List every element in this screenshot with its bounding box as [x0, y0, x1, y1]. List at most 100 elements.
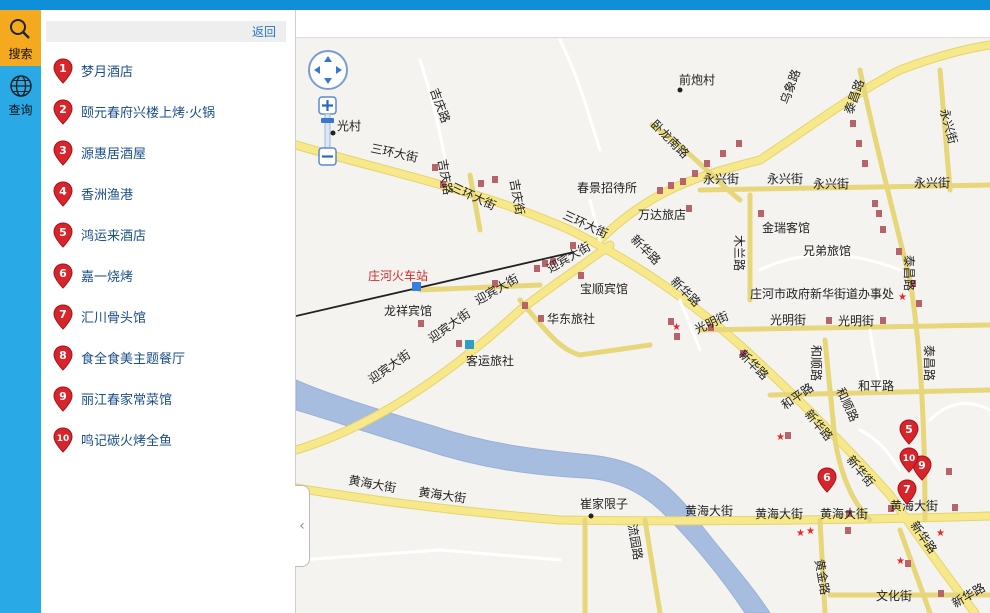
pin-number: 9	[59, 390, 67, 403]
result-item[interactable]: 9 丽江春家常菜馆	[49, 386, 289, 416]
map-pan-control[interactable]	[308, 50, 348, 90]
result-name[interactable]: 梦月酒店	[81, 61, 133, 80]
result-name[interactable]: 鸿运来酒店	[81, 225, 146, 244]
village-dot	[330, 130, 336, 136]
station-icon	[412, 282, 421, 291]
map-pin-number: 6	[823, 471, 831, 484]
result-name[interactable]: 源惠居酒屋	[81, 143, 146, 162]
result-name[interactable]: 丽江春家常菜馆	[81, 389, 172, 408]
pin-number: 10	[57, 434, 70, 444]
label-yongxing2: 永兴街	[767, 172, 803, 186]
result-item[interactable]: 3 源惠居酒屋	[49, 140, 289, 170]
result-name[interactable]: 颐元春府兴楼上烤·火锅	[81, 102, 215, 121]
map-pin-icon: 6	[53, 263, 73, 289]
label-mulan: 木兰路	[732, 235, 747, 271]
map-pin-icon: 10	[53, 427, 73, 453]
label-yongxing1: 永兴街	[703, 172, 739, 186]
label-zhengfu: 庄河市政府新华街道办事处	[750, 286, 894, 301]
label-huanghai4: 黄海大街	[755, 506, 803, 521]
bus-icon	[465, 340, 474, 349]
result-item[interactable]: 2 颐元春府兴楼上烤·火锅	[49, 99, 289, 129]
label-chunjing: 春景招待所	[577, 181, 637, 195]
map-pin-icon: 3	[53, 140, 73, 166]
result-item[interactable]: 7 汇川骨头馆	[49, 304, 289, 334]
result-item[interactable]: 6 嘉一烧烤	[49, 263, 289, 293]
pin-number: 7	[59, 308, 67, 321]
zoom-handle[interactable]	[321, 118, 334, 123]
map-view[interactable]: ★ ★ ★ ★ ★ ★ ★ 光村 前炮村 吉庆路 三环大街 三环大街 吉庆路 吉庆街 春…	[296, 10, 990, 613]
chevron-left-icon: ‹	[299, 518, 305, 534]
svg-text:★: ★	[796, 528, 805, 539]
label-qianpaocun: 前炮村	[679, 72, 715, 87]
results-panel: 返回 1 梦月酒店 2 颐元春府兴楼上烤·火锅 3 源惠居酒屋 4 香洲渔港 5 鸿运来酒店 6 嘉一…	[41, 10, 296, 613]
svg-text:★: ★	[672, 322, 681, 333]
nav-search-label: 搜索	[8, 47, 33, 61]
pin-number: 1	[59, 62, 67, 75]
label-guangming2: 光明街	[770, 313, 806, 327]
label-guangming3: 光明街	[838, 314, 874, 328]
nav-query-label: 查询	[8, 103, 33, 117]
result-item[interactable]: 4 香洲渔港	[49, 181, 289, 211]
label-huanghai3: 黄海大街	[685, 503, 733, 518]
label-jinrui: 金瑞客馆	[762, 220, 810, 235]
map-pin-icon: 8	[53, 345, 73, 371]
result-name[interactable]: 食全食美主题餐厅	[81, 348, 185, 367]
result-item[interactable]: 5 鸿运来酒店	[49, 222, 289, 252]
label-longxiang: 龙祥宾馆	[384, 303, 432, 318]
svg-text:★: ★	[776, 432, 785, 443]
svg-text:★: ★	[898, 292, 907, 303]
label-yongxing3: 永兴街	[813, 177, 849, 191]
map-pin-number: 5	[905, 423, 913, 436]
result-name[interactable]: 嘉一烧烤	[81, 266, 133, 285]
collapse-panel-button[interactable]: ‹	[295, 485, 310, 567]
globe-icon	[10, 75, 32, 97]
label-heping2: 和平路	[858, 378, 894, 393]
nav-query-button[interactable]: 查询	[0, 66, 41, 122]
map-pin-number: 10	[903, 454, 916, 464]
label-yongxing4: 永兴街	[914, 176, 950, 190]
label-huanghai5: 黄海大街	[820, 506, 868, 521]
label-huadong: 华东旅社	[547, 311, 595, 326]
map-header	[296, 10, 990, 38]
label-taichang3: 泰昌路	[922, 345, 937, 381]
pin-number: 5	[59, 226, 67, 239]
result-item[interactable]: 10 鸣记碳火烤全鱼	[49, 427, 289, 457]
map-canvas[interactable]: ★★★ ★ ★ ★ ★ 光村 前炮村 吉庆路 三环大街 三环大街 吉庆路 吉庆街 春…	[296, 10, 990, 613]
label-wenhua: 文化街	[876, 588, 912, 603]
result-name[interactable]: 香洲渔港	[81, 184, 133, 203]
label-huanghai6: 黄海大街	[890, 498, 938, 513]
pin-number: 4	[59, 185, 67, 198]
map-pin-icon: 5	[53, 222, 73, 248]
nav-search-button[interactable]: 搜索	[0, 10, 41, 66]
result-name[interactable]: 汇川骨头馆	[81, 307, 146, 326]
village-dot	[588, 513, 594, 519]
result-item[interactable]: 8 食全食美主题餐厅	[49, 345, 289, 375]
svg-text:★: ★	[936, 528, 945, 539]
label-keyun: 客运旅社	[466, 353, 514, 368]
label-xiongdi: 兄弟旅馆	[803, 243, 851, 258]
pin-number: 3	[59, 144, 67, 157]
village-dot	[677, 87, 683, 93]
search-icon	[10, 19, 30, 39]
label-station: 庄河火车站	[368, 268, 428, 283]
map-pin-icon: 7	[53, 304, 73, 330]
label-cuijia: 崔家限子	[580, 496, 628, 511]
pin-number: 8	[59, 349, 67, 362]
map-pin-icon: 4	[53, 181, 73, 207]
svg-text:★: ★	[896, 556, 905, 567]
pin-number: 6	[59, 267, 67, 280]
svg-text:★: ★	[806, 526, 815, 537]
result-name[interactable]: 鸣记碳火烤全鱼	[81, 430, 172, 449]
label-baoshun: 宝顺宾馆	[580, 281, 628, 296]
left-nav: 搜索 查询	[0, 10, 41, 613]
map-pin-number: 7	[903, 483, 911, 496]
map-pin-icon: 2	[53, 99, 73, 125]
label-guangcun: 光村	[337, 119, 361, 133]
top-bar	[0, 0, 990, 10]
back-bar: 返回	[46, 21, 286, 42]
map-pin-icon: 9	[53, 386, 73, 412]
map-pin-icon: 1	[53, 58, 73, 84]
label-taichang2: 泰昌路	[902, 255, 917, 291]
result-item[interactable]: 1 梦月酒店	[49, 58, 289, 88]
back-button[interactable]: 返回	[252, 23, 276, 40]
